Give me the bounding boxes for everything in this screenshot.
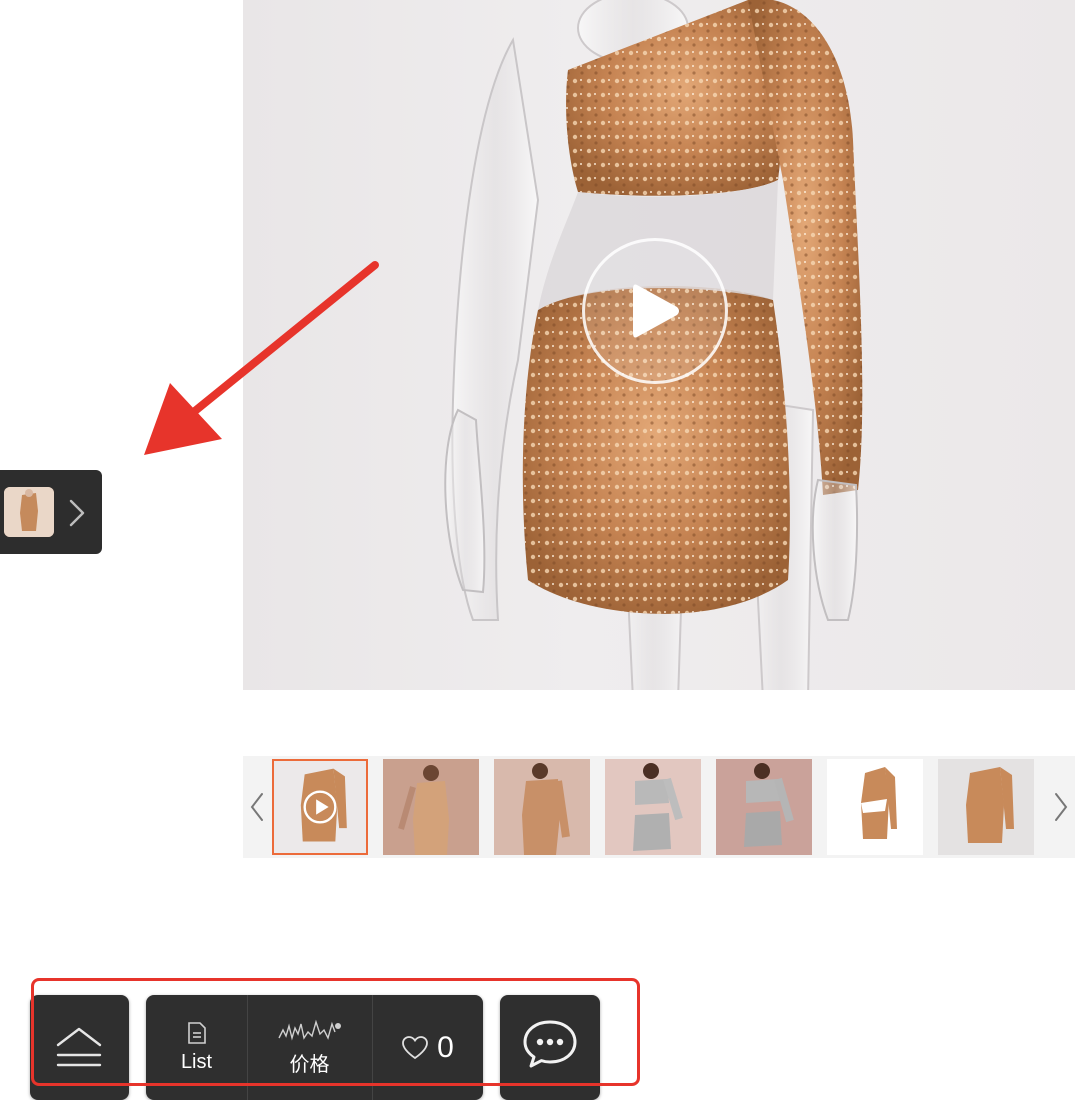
thumbnail-next-button[interactable] — [1047, 756, 1075, 858]
chevron-left-icon — [250, 793, 263, 821]
chevron-right-icon — [1055, 793, 1068, 821]
thumbnail-strip — [243, 756, 1075, 858]
thumbnail-5[interactable] — [716, 759, 812, 855]
thumbnail-prev-button[interactable] — [243, 756, 271, 858]
thumbnail-7[interactable] — [938, 759, 1034, 855]
thumbnail-2[interactable] — [383, 759, 479, 855]
thumbnail-1[interactable] — [272, 759, 368, 855]
thumbnail-4[interactable] — [605, 759, 701, 855]
floating-product-tab[interactable] — [0, 470, 102, 554]
page: List 价格 0 — [0, 0, 1080, 1100]
mini-product-thumbnail — [4, 487, 54, 537]
play-video-button[interactable] — [582, 238, 728, 384]
play-icon — [633, 284, 679, 338]
annotation-arrow — [144, 261, 379, 455]
thumbnail-6[interactable] — [827, 759, 923, 855]
thumbnail-3[interactable] — [494, 759, 590, 855]
chevron-right-icon — [69, 499, 85, 527]
annotation-highlight-box — [31, 978, 640, 1086]
